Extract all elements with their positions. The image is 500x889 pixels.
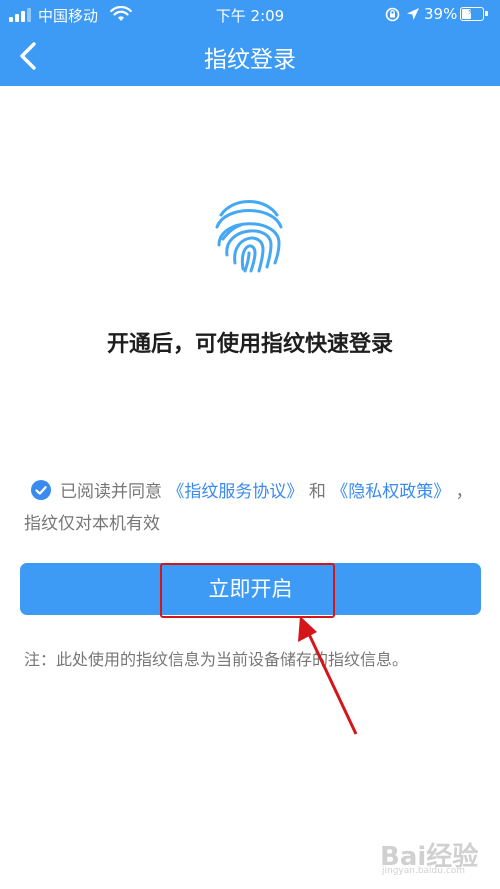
fingerprint-service-agreement-link[interactable]: 《指纹服务协议》: [167, 482, 303, 502]
agreement-prefix: 已阅读并同意: [60, 482, 162, 502]
agreement-conjunction: 和: [308, 482, 326, 502]
annotation-arrow-icon: [298, 616, 358, 735]
headline: 开通后，可使用指纹快速登录: [106, 332, 393, 357]
watermark: Bai经验 jingyan.baidu.com: [380, 836, 490, 884]
watermark-url: jingyan.baidu.com: [382, 866, 466, 876]
orientation-lock-icon: [385, 7, 400, 22]
battery-percent: 39%: [424, 5, 458, 23]
location-arrow-icon: [407, 8, 419, 20]
page-title: 指纹登录: [204, 47, 296, 73]
battery-charging-icon: ⚡: [460, 7, 484, 21]
note-text: 注：此处使用的指纹信息为当前设备储存的指纹信息。: [24, 650, 409, 669]
status-bar: 中国移动 下午 2:09 39% ⚡: [0, 0, 500, 30]
agreement-text: 已阅读并同意 《指纹服务协议》 和 《隐私权政策》 ，指纹仅对本机有效: [24, 476, 484, 540]
privacy-policy-link[interactable]: 《隐私权政策》: [331, 482, 450, 502]
fingerprint-icon: [215, 200, 283, 273]
